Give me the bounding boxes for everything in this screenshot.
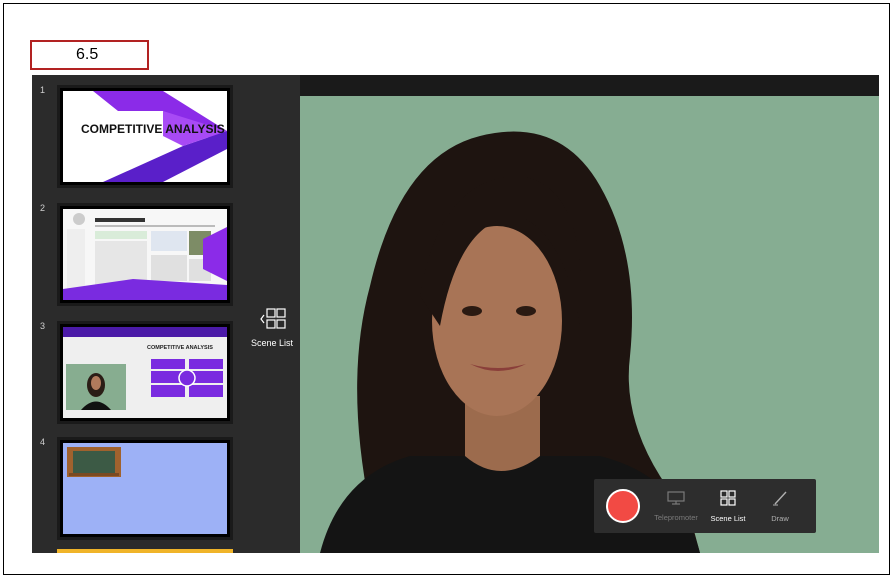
- scene-thumbnail[interactable]: [57, 437, 233, 540]
- scene-list-toggle-label: Scene List: [250, 338, 294, 348]
- record-button[interactable]: [606, 489, 640, 523]
- scene-number: 2: [40, 203, 46, 213]
- grid-icon: [720, 489, 736, 511]
- top-bar: [300, 75, 879, 96]
- monitor-icon: [667, 490, 685, 510]
- teleprompter-button[interactable]: Telepromoter: [650, 484, 702, 528]
- scene-number: 3: [40, 321, 46, 331]
- step-label: 6.5: [30, 40, 149, 70]
- scene-list-toggle-button[interactable]: Scene List: [246, 303, 298, 353]
- scene-number: 1: [40, 85, 46, 95]
- scene-list-label: Scene List: [710, 513, 746, 523]
- grid-icon: [258, 308, 286, 335]
- scene-item-5-peek[interactable]: [57, 549, 233, 553]
- scene-3-title: COMPETITIVE ANALYSIS: [147, 345, 213, 351]
- teleprompter-label: Telepromoter: [654, 512, 698, 522]
- recording-toolbar: Telepromoter Scene List Draw: [594, 479, 816, 533]
- draw-label: Draw: [771, 513, 789, 523]
- scene-thumbnail[interactable]: [57, 203, 233, 306]
- scene-thumbnail[interactable]: COMPETITIVE ANALYSIS: [57, 85, 233, 188]
- record-window: 1 COMPETITIVE ANALYSIS 2 3 COMPETITIVE A…: [32, 75, 879, 553]
- scene-4-slide: [63, 443, 227, 534]
- scene-list-button[interactable]: Scene List: [702, 484, 754, 528]
- pen-icon: [772, 490, 788, 511]
- scene-1-title: COMPETITIVE ANALYSIS: [81, 122, 225, 136]
- scene-1-slide: [63, 91, 227, 182]
- scene-thumbnail[interactable]: COMPETITIVE ANALYSIS: [57, 321, 233, 424]
- scene-2-webpage: [63, 209, 227, 300]
- scene-3-slide: [63, 327, 227, 418]
- scene-number: 4: [40, 437, 46, 447]
- draw-button[interactable]: Draw: [754, 484, 806, 528]
